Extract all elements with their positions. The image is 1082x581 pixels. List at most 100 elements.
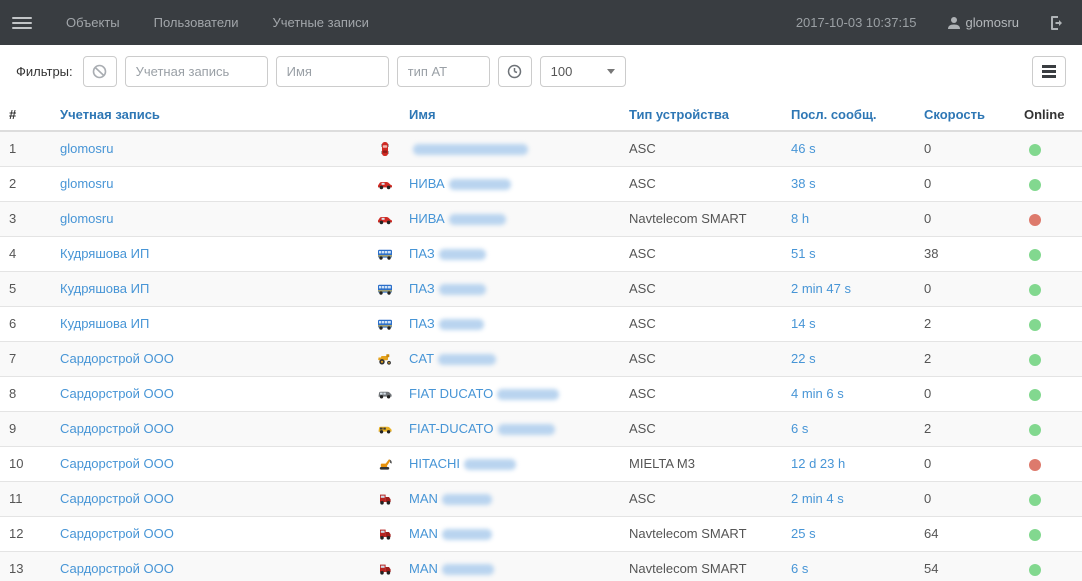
account-link[interactable]: glomosru (60, 176, 113, 191)
speed-value: 0 (919, 166, 1017, 201)
last-message-link[interactable]: 38 s (791, 176, 816, 191)
last-message-link[interactable]: 6 s (791, 561, 808, 576)
device-type: ASC (624, 411, 786, 446)
device-type: MIELTA M3 (624, 446, 786, 481)
column-header-account[interactable]: Учетная запись (50, 98, 372, 131)
row-number: 1 (0, 131, 50, 166)
username-label: glomosru (966, 15, 1019, 30)
filters-label: Фильтры: (16, 64, 73, 79)
row-number: 11 (0, 481, 50, 516)
name-filter-input[interactable] (276, 56, 389, 87)
speed-value: 0 (919, 131, 1017, 166)
device-type: ASC (624, 271, 786, 306)
vehicle-name-link[interactable]: НИВА (409, 176, 511, 191)
last-message-link[interactable]: 46 s (791, 141, 816, 156)
table-row: 4 Кудряшова ИП ПАЗ ASC 51 s 38 (0, 236, 1082, 271)
redacted-name (497, 389, 559, 400)
speed-value: 38 (919, 236, 1017, 271)
table-row: 8Сардорстрой ОООFIAT DUCATOASC4 min 6 s0 (0, 376, 1082, 411)
row-number: 7 (0, 341, 50, 376)
online-status-dot (1029, 249, 1041, 261)
vehicle-name-link[interactable]: MAN (409, 561, 494, 576)
account-link[interactable]: Сардорстрой ООО (60, 526, 174, 541)
row-number: 12 (0, 516, 50, 551)
vehicle-name-link[interactable]: ПАЗ (409, 316, 484, 331)
clear-filters-button[interactable] (83, 56, 117, 87)
account-link[interactable]: Кудряшова ИП (60, 246, 149, 261)
menu-hamburger-icon[interactable] (12, 14, 32, 32)
last-message-link[interactable]: 4 min 6 s (791, 386, 844, 401)
user-menu[interactable]: glomosru (947, 15, 1019, 30)
speed-value: 0 (919, 446, 1017, 481)
column-header-last-message[interactable]: Посл. сообщ. (786, 98, 919, 131)
nav-item-objects[interactable]: Объекты (53, 15, 133, 30)
vehicle-name-link[interactable]: FIAT-DUCATO (409, 421, 555, 436)
last-message-link[interactable]: 8 h (791, 211, 809, 226)
account-filter-input[interactable] (125, 56, 268, 87)
logout-icon[interactable] (1049, 15, 1066, 31)
table-menu-button[interactable] (1032, 56, 1066, 87)
last-message-link[interactable]: 12 d 23 h (791, 456, 845, 471)
redacted-name (413, 144, 528, 155)
device-type: ASC (624, 236, 786, 271)
row-number: 3 (0, 201, 50, 236)
row-number: 9 (0, 411, 50, 446)
speed-value: 0 (919, 376, 1017, 411)
table-row: 13Сардорстрой ОООMANNavtelecom SMART6 s5… (0, 551, 1082, 581)
column-header-online: Online (1017, 98, 1082, 131)
column-header-speed[interactable]: Скорость (919, 98, 1017, 131)
table-row: 6Кудряшова ИППАЗASC14 s2 (0, 306, 1082, 341)
table-row: 2glomosruНИВАASC38 s0 (0, 166, 1082, 201)
last-message-link[interactable]: 25 s (791, 526, 816, 541)
redacted-name (464, 459, 516, 470)
vehicle-name-link[interactable]: ПАЗ (409, 281, 486, 296)
last-message-link[interactable]: 51 s (791, 246, 816, 261)
last-message-link[interactable]: 14 s (791, 316, 816, 331)
last-message-link[interactable]: 2 min 4 s (791, 491, 844, 506)
bus-blue-icon (377, 280, 393, 295)
nav-item-users[interactable]: Пользователи (141, 15, 252, 30)
row-number: 4 (0, 236, 50, 271)
clock-icon (507, 64, 522, 79)
vehicle-name-link[interactable]: MAN (409, 526, 492, 541)
online-status-dot (1029, 179, 1041, 191)
device-type-filter-input[interactable] (397, 56, 490, 87)
vehicle-name-link[interactable]: ПАЗ (409, 246, 486, 261)
column-header-name[interactable]: Имя (404, 98, 624, 131)
nav-item-accounts[interactable]: Учетные записи (259, 15, 381, 30)
car-top-red-icon (377, 140, 393, 155)
column-header-device-type[interactable]: Тип устройства (624, 98, 786, 131)
last-message-link[interactable]: 2 min 47 s (791, 281, 851, 296)
account-link[interactable]: glomosru (60, 211, 113, 226)
vehicle-name-link[interactable]: CAT (409, 351, 496, 366)
account-link[interactable]: Кудряшова ИП (60, 316, 149, 331)
row-number: 5 (0, 271, 50, 306)
speed-value: 54 (919, 551, 1017, 581)
account-link[interactable]: Сардорстрой ООО (60, 456, 174, 471)
last-message-link[interactable]: 22 s (791, 351, 816, 366)
vehicle-name-link[interactable]: FIAT DUCATO (409, 386, 559, 401)
vehicle-name-link[interactable] (409, 141, 528, 156)
speed-value: 2 (919, 341, 1017, 376)
redacted-name (442, 494, 492, 505)
filter-bar: Фильтры: 100 (0, 45, 1082, 98)
vehicle-name-link[interactable]: MAN (409, 491, 492, 506)
redacted-name (439, 284, 486, 295)
last-message-link[interactable]: 6 s (791, 421, 808, 436)
account-link[interactable]: glomosru (60, 141, 113, 156)
vehicle-name-link[interactable]: HITACHI (409, 456, 516, 471)
speed-value: 0 (919, 481, 1017, 516)
bus-blue-icon (377, 245, 393, 260)
account-link[interactable]: Сардорстрой ООО (60, 386, 174, 401)
rows-limit-select[interactable]: 100 (540, 56, 626, 87)
column-header-icon (372, 98, 404, 131)
account-link[interactable]: Сардорстрой ООО (60, 491, 174, 506)
truck-red-icon (377, 490, 393, 505)
account-link[interactable]: Сардорстрой ООО (60, 421, 174, 436)
vehicle-name-link[interactable]: НИВА (409, 211, 506, 226)
account-link[interactable]: Сардорстрой ООО (60, 561, 174, 576)
account-link[interactable]: Кудряшова ИП (60, 281, 149, 296)
time-filter-button[interactable] (498, 56, 532, 87)
account-link[interactable]: Сардорстрой ООО (60, 351, 174, 366)
online-status-dot (1029, 214, 1041, 226)
